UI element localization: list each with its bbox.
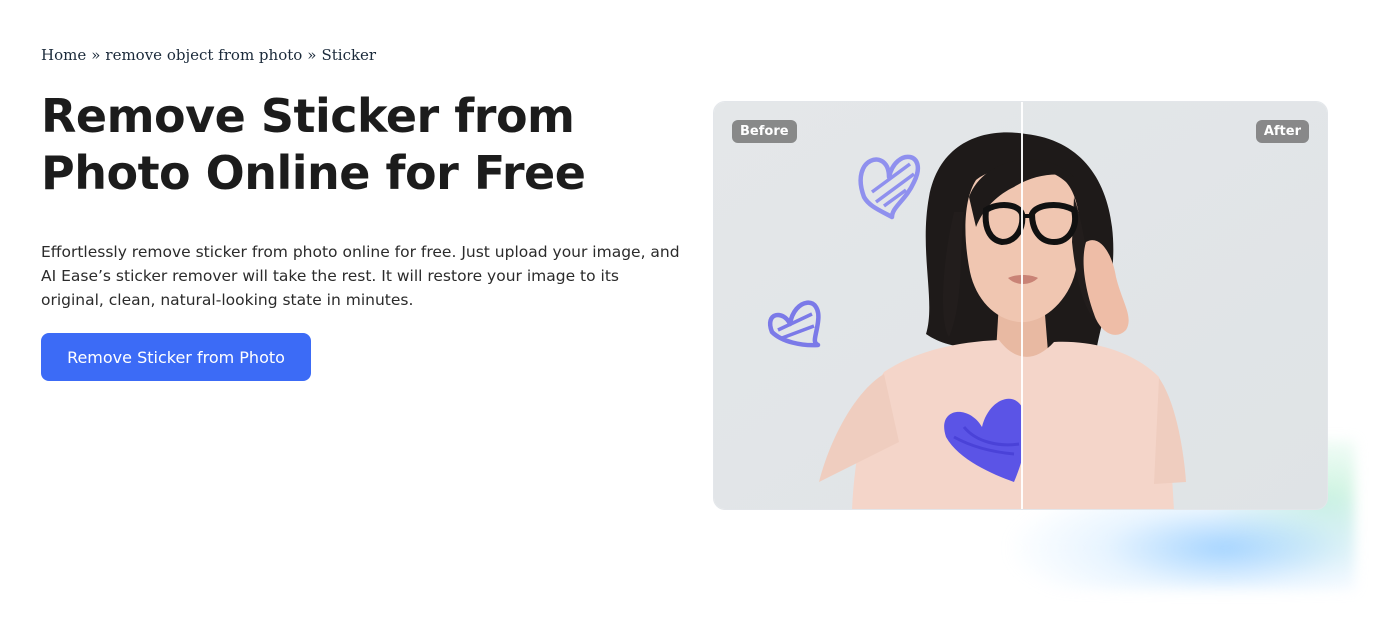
breadcrumb-current: Sticker <box>321 46 377 64</box>
before-label: Before <box>732 120 797 143</box>
breadcrumb-home[interactable]: Home <box>41 46 86 64</box>
breadcrumb-separator: » <box>91 46 101 64</box>
breadcrumb: Home» remove object from photo» Sticker <box>41 46 376 64</box>
comparison-slider-handle[interactable] <box>1021 102 1023 509</box>
page: Home» remove object from photo» Sticker Re… <box>0 0 1390 622</box>
page-title: Remove Sticker from Photo Online for Fre… <box>41 89 586 200</box>
before-after-comparison[interactable]: Before After <box>713 101 1328 510</box>
hero-description: Effortlessly remove sticker from photo o… <box>41 243 680 309</box>
breadcrumb-remove-object[interactable]: remove object from photo <box>105 46 302 64</box>
remove-sticker-button[interactable]: Remove Sticker from Photo <box>41 333 311 381</box>
breadcrumb-separator: » <box>307 46 317 64</box>
after-label: After <box>1255 120 1309 143</box>
